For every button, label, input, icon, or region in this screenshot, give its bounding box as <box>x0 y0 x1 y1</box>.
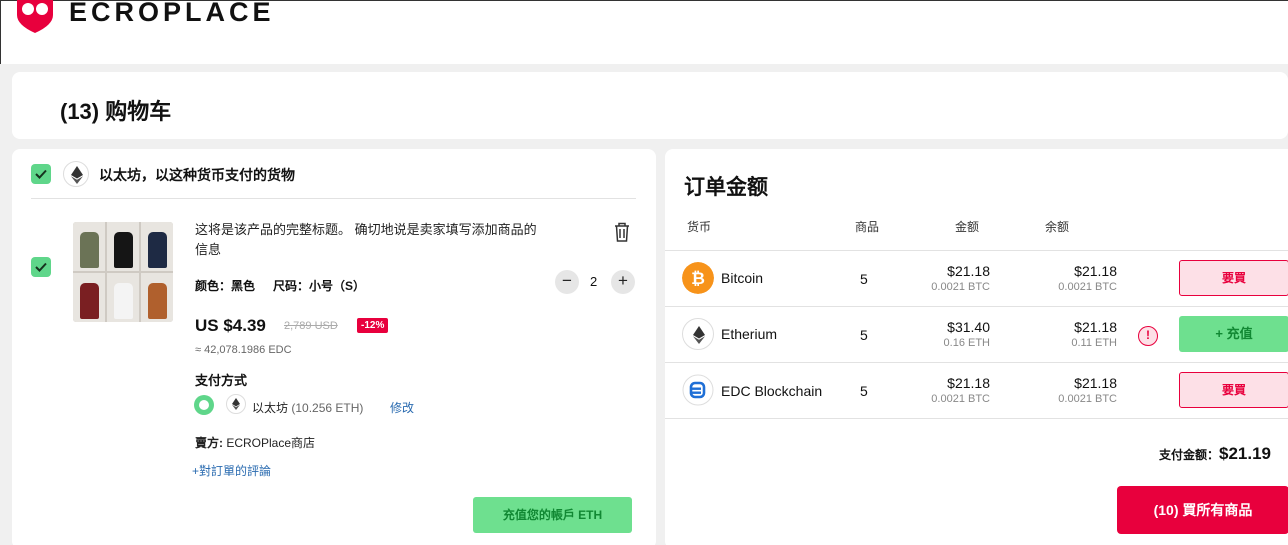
balance-value: $21.18 <box>1074 375 1117 391</box>
total-label: 支付金额： <box>1159 448 1220 462</box>
divider <box>665 362 1288 363</box>
seller-name[interactable]: ECROPlace商店 <box>226 436 315 450</box>
balance-crypto: 0.0021 BTC <box>1058 281 1117 293</box>
seller-info: 賣方: ECROPlace商店 <box>195 434 315 451</box>
amount-cell: $31.40 0.16 ETH <box>920 319 990 349</box>
divider <box>665 250 1288 251</box>
amount-cell: $21.18 0.0021 BTC <box>920 375 990 405</box>
shirt-thumb <box>73 222 105 271</box>
divider <box>31 198 636 199</box>
currency-name: Etherium <box>721 326 778 342</box>
shirt-thumb <box>141 222 173 271</box>
discount-badge: -12% <box>357 318 389 333</box>
balance-cell: $21.18 0.0021 BTC <box>1045 375 1117 405</box>
item-count: 5 <box>860 271 868 287</box>
color-attribute: 颜色：黑色 <box>195 279 256 293</box>
check-icon <box>35 169 47 179</box>
order-summary-card: 订单金额 货币 商品 金额 余额 ₿ Bitcoin 5 $21.18 0.00… <box>665 149 1288 545</box>
item-count: 5 <box>860 327 868 343</box>
brand-name[interactable]: ECROPLACE <box>69 0 275 28</box>
page-title-bar: (13) 购物车 <box>12 72 1288 139</box>
page-title: (13) 购物车 <box>60 99 172 124</box>
shirt-thumb <box>107 222 139 271</box>
cart-group-card: 以太坊，以这种货币支付的货物 这将是该产品的完整标题。 确切地说是卖家填写添加商… <box>12 149 656 545</box>
approx-edc-price: ≈ 42,078.1986 EDC <box>195 344 292 356</box>
currency-name: EDC Blockchain <box>721 383 823 399</box>
payment-radio[interactable] <box>194 395 214 415</box>
group-checkbox[interactable] <box>31 164 51 184</box>
shirt-thumb <box>107 273 139 322</box>
header-items: 商品 <box>855 220 880 234</box>
shirt-thumb <box>73 273 105 322</box>
amount-value: $21.18 <box>947 263 990 279</box>
ethereum-icon <box>682 318 714 350</box>
quantity-value: 2 <box>590 274 598 289</box>
ethereum-icon <box>63 161 89 187</box>
buy-all-button[interactable]: (10) 買所有商品 <box>1117 486 1288 534</box>
amount-crypto: 0.16 ETH <box>943 337 990 349</box>
edc-icon <box>682 374 714 406</box>
product-image[interactable] <box>73 222 173 322</box>
check-icon <box>35 262 47 272</box>
product-attributes: 颜色：黑色 尺码：小号（S） <box>195 277 383 294</box>
quantity-increase-button[interactable]: + <box>611 270 635 294</box>
payment-method: 以太坊 (10.256 ETH) <box>252 399 363 416</box>
currency-group-label: 以太坊，以这种货币支付的货物 <box>99 167 295 183</box>
trash-icon[interactable] <box>612 221 632 243</box>
product-price: US $4.39 <box>195 316 266 335</box>
original-price: 2,789 USD <box>284 320 338 332</box>
amount-crypto: 0.0021 BTC <box>931 393 990 405</box>
brand-logo-icon[interactable] <box>11 0 59 35</box>
payment-balance: (10.256 ETH) <box>291 401 364 415</box>
balance-value: $21.18 <box>1074 263 1117 279</box>
header-currency: 货币 <box>687 220 712 234</box>
total-value: $21.19 <box>1219 444 1272 463</box>
summary-title: 订单金额 <box>684 176 768 199</box>
amount-value: $31.40 <box>947 319 990 335</box>
svg-text:₿: ₿ <box>691 269 705 289</box>
topup-eth-button[interactable]: 充值您的帳戶 ETH <box>473 497 632 533</box>
balance-crypto: 0.11 ETH <box>1071 337 1117 349</box>
size-attribute: 尺码：小号（S） <box>273 279 366 293</box>
buy-bitcoin-button[interactable]: 要買 <box>1179 260 1288 296</box>
total-amount: 支付金额：$21.19 <box>1159 444 1271 464</box>
payment-method-name: 以太坊 <box>252 401 289 415</box>
balance-crypto: 0.0021 BTC <box>1058 393 1117 405</box>
ethereum-icon <box>226 394 246 414</box>
amount-cell: $21.18 0.0021 BTC <box>920 263 990 293</box>
add-comment-link[interactable]: +對訂單的評論 <box>192 462 271 479</box>
amount-crypto: 0.0021 BTC <box>931 281 990 293</box>
top-header: ECROPLACE <box>0 0 1288 64</box>
buy-edc-button[interactable]: 要買 <box>1179 372 1288 408</box>
balance-cell: $21.18 0.11 ETH <box>1045 319 1117 349</box>
header-balance: 余额 <box>1045 220 1070 234</box>
warning-icon[interactable]: ! <box>1138 326 1158 346</box>
divider <box>665 306 1288 307</box>
currency-name: Bitcoin <box>721 270 764 286</box>
bitcoin-icon: ₿ <box>682 262 714 294</box>
item-checkbox[interactable] <box>31 257 51 277</box>
payment-method-label: 支付方式 <box>195 373 248 388</box>
balance-value: $21.18 <box>1074 319 1117 335</box>
product-title[interactable]: 这将是该产品的完整标题。 确切地说是卖家填写添加商品的信息 <box>195 220 545 260</box>
header-amount: 金额 <box>955 220 980 234</box>
balance-cell: $21.18 0.0021 BTC <box>1045 263 1117 293</box>
divider <box>665 418 1288 419</box>
quantity-decrease-button[interactable]: − <box>555 270 579 294</box>
topup-ethereum-button[interactable]: + 充值 <box>1179 316 1288 352</box>
amount-value: $21.18 <box>947 375 990 391</box>
seller-label: 賣方: <box>195 436 223 450</box>
modify-payment-link[interactable]: 修改 <box>390 399 414 416</box>
item-count: 5 <box>860 383 868 399</box>
shirt-thumb <box>141 273 173 322</box>
